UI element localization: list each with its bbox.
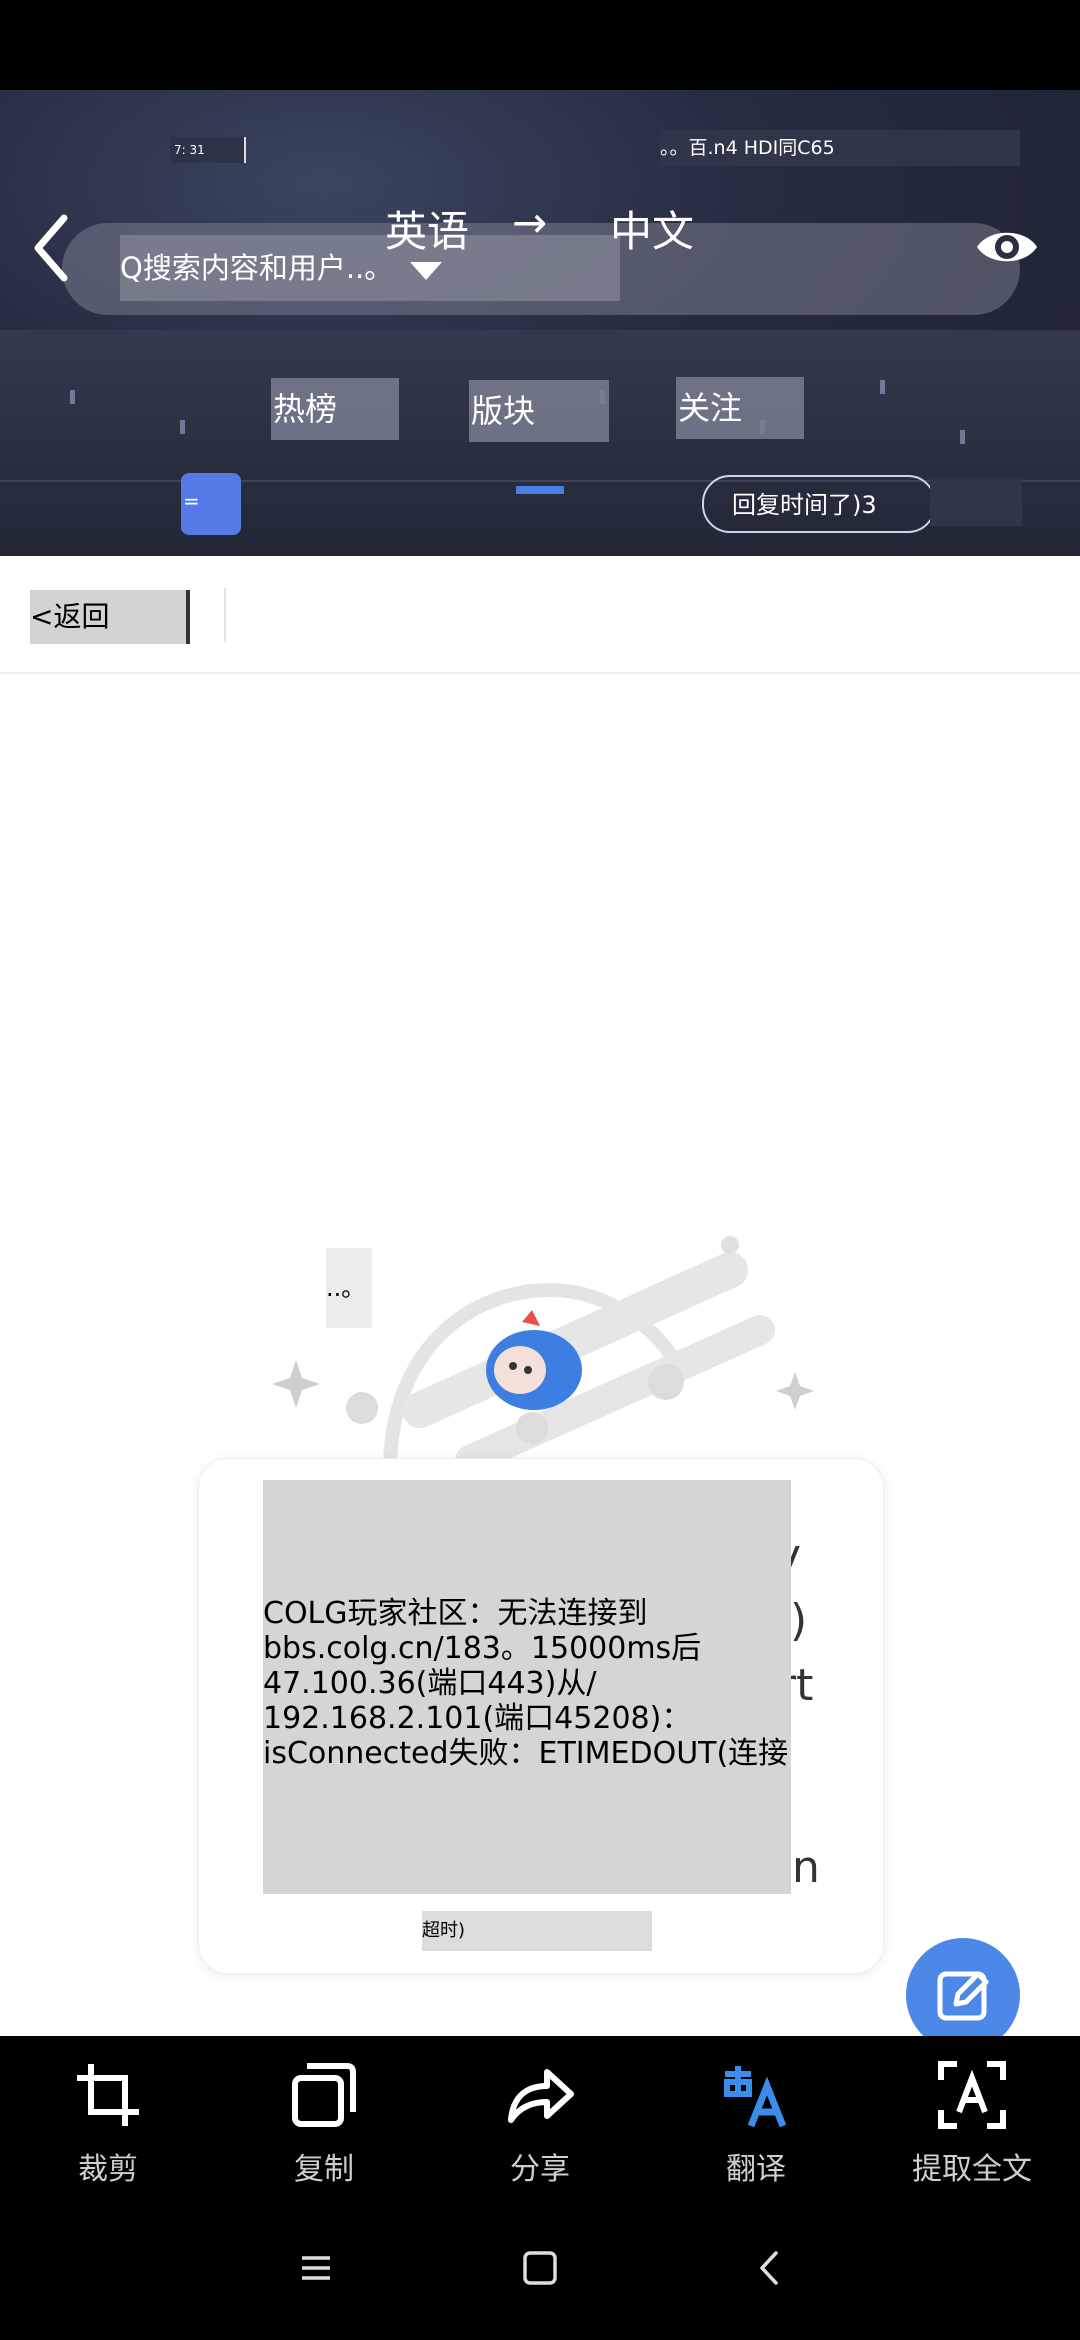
eye-icon[interactable]	[975, 222, 1039, 272]
error-timeout: 超时)	[422, 1911, 652, 1951]
crop-button[interactable]: 裁剪	[28, 2060, 188, 2188]
translate-arrow: →	[512, 198, 548, 247]
dots-label: ..。	[326, 1248, 372, 1328]
translate-source-lang[interactable]: 英语	[385, 198, 469, 259]
share-icon	[508, 2069, 574, 2123]
ghost-text: n	[792, 1842, 820, 1893]
status-time: 7: 31	[170, 137, 246, 163]
tab-indicator	[516, 486, 564, 494]
translate-icon	[724, 2066, 787, 2128]
menu-button[interactable]: =	[181, 473, 241, 535]
tab-following[interactable]: 关注	[676, 377, 804, 439]
translate-button[interactable]: 翻译	[676, 2060, 836, 2188]
nav-back-icon[interactable]	[752, 2250, 788, 2286]
banner-window	[70, 390, 75, 404]
copy-button[interactable]: 复制	[244, 2060, 404, 2188]
share-button[interactable]: 分享	[460, 2060, 620, 2188]
error-line: isConnected失败：ETIMEDOUT(连接	[263, 1736, 789, 1771]
crop-icon	[77, 2064, 139, 2126]
copy-icon	[292, 2063, 356, 2127]
banner-window	[960, 430, 965, 444]
crop-label: 裁剪	[78, 2152, 138, 2187]
edit-icon	[937, 1971, 989, 2021]
share-label: 分享	[510, 2152, 570, 2187]
recent-apps-icon[interactable]	[298, 2250, 334, 2286]
error-line: bbs.colg.cn/183。15000ms后	[263, 1631, 702, 1666]
translate-target-lang[interactable]: 中文	[610, 198, 694, 259]
compose-button[interactable]	[906, 1938, 1020, 2052]
error-line: 192.168.2.101(端口45208)：	[263, 1701, 692, 1736]
home-icon[interactable]	[522, 2250, 558, 2286]
copy-label: 复制	[294, 2152, 354, 2187]
back-chevron-icon[interactable]	[28, 210, 76, 286]
status-icons: 。。百.n4 HDI同C65	[660, 130, 1020, 166]
translate-label: 翻译	[726, 2152, 786, 2187]
divider	[224, 588, 226, 642]
error-line: COLG玩家社区：无法连接到	[263, 1596, 648, 1631]
extract-text-button[interactable]: 提取全文	[892, 2060, 1052, 2188]
extract-text-icon	[938, 2061, 1006, 2129]
top-status-area	[0, 0, 1080, 90]
error-message: COLG玩家社区：无法连接到 bbs.colg.cn/183。15000ms后 …	[263, 1596, 791, 1771]
reply-time-mask	[930, 478, 1022, 526]
ghost-text: )	[790, 1595, 808, 1646]
back-button[interactable]: <返回	[30, 590, 190, 644]
tab-boards[interactable]: 版块	[469, 380, 609, 442]
error-line: 47.100.36(端口443)从/	[263, 1666, 597, 1701]
banner-window	[180, 420, 185, 434]
dropdown-triangle-icon[interactable]	[410, 262, 442, 280]
extract-text-label: 提取全文	[912, 2152, 1032, 2187]
banner-window	[880, 380, 885, 394]
reply-time-label: 回复时间了)3	[732, 491, 877, 519]
tab-hot[interactable]: 热榜	[271, 378, 399, 440]
